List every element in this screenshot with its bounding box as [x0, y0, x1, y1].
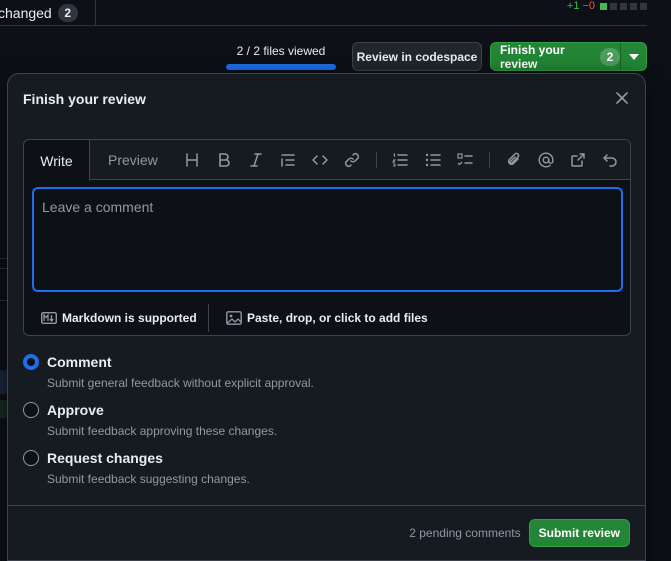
finish-review-button[interactable]: Finish your review 2 [490, 42, 647, 71]
toolbar-divider [489, 152, 490, 168]
option-request-changes-desc: Submit feedback suggesting changes. [47, 472, 250, 486]
finish-review-label: Finish your review [500, 42, 565, 71]
markdown-supported-link[interactable]: Markdown is supported [24, 311, 208, 325]
option-request-changes-label: Request changes [47, 450, 163, 466]
diffstat: +1 −0 [567, 0, 647, 12]
heading-icon[interactable] [183, 151, 201, 169]
review-in-codespace-button[interactable]: Review in codespace [352, 42, 482, 71]
finish-review-dialog: Finish your review Write Preview Leave a… [7, 73, 646, 561]
dialog-footer: 2 pending comments Submit review [8, 505, 645, 560]
tab-write[interactable]: Write [24, 140, 90, 181]
option-comment-desc: Submit general feedback without explicit… [47, 376, 314, 390]
files-viewed-fill [226, 64, 336, 70]
triangle-down-icon [628, 53, 639, 60]
tab-underline [96, 25, 647, 26]
markdown-icon [41, 312, 57, 324]
link-icon[interactable] [343, 151, 361, 169]
code-icon[interactable] [311, 151, 329, 169]
comment-textarea[interactable] [32, 187, 623, 292]
undo-icon[interactable] [601, 151, 619, 169]
option-approve-label: Approve [47, 402, 104, 418]
radio-request-changes[interactable] [23, 450, 39, 466]
files-viewed-progress: 2 / 2 files viewed [226, 44, 336, 70]
diffstat-additions: +1 [566, 0, 580, 12]
markdown-note: Markdown is supported [62, 311, 197, 325]
option-approve-desc: Submit feedback approving these changes. [47, 424, 278, 438]
diffstat-block [630, 2, 637, 10]
attach-note: Paste, drop, or click to add files [247, 311, 428, 325]
bold-icon[interactable] [215, 151, 233, 169]
finish-review-main[interactable]: Finish your review 2 [491, 43, 620, 71]
toolbar-divider [376, 152, 377, 168]
editor-tab-bar: Write Preview [24, 140, 630, 181]
option-comment[interactable]: Comment Submit general feedback without … [23, 354, 314, 390]
files-viewed-text: 2 / 2 files viewed [236, 44, 326, 58]
unordered-list-icon[interactable] [424, 151, 442, 169]
files-changed-counter: 2 [57, 3, 78, 22]
diffstat-block [600, 2, 607, 10]
comment-editor: Write Preview Leave a comment Markdown i… [23, 139, 631, 336]
editor-footer: Markdown is supported Paste, drop, or cl… [24, 300, 630, 336]
files-changed-tab[interactable]: changed 2 [0, 0, 96, 26]
option-comment-label: Comment [47, 354, 112, 370]
ordered-list-icon[interactable] [391, 151, 409, 169]
diffstat-block [620, 2, 627, 10]
finish-review-count: 2 [600, 47, 620, 66]
diffstat-block [640, 2, 647, 10]
radio-comment[interactable] [23, 354, 39, 370]
italic-icon[interactable] [247, 151, 265, 169]
dialog-header: Finish your review [8, 74, 645, 124]
dialog-title: Finish your review [23, 91, 146, 107]
diffstat-deletions: −0 [582, 0, 595, 12]
files-changed-tab-label: changed [0, 4, 52, 21]
attach-icon[interactable] [505, 151, 523, 169]
reference-icon[interactable] [569, 151, 587, 169]
task-list-icon[interactable] [456, 151, 474, 169]
attach-files-button[interactable]: Paste, drop, or click to add files [209, 311, 428, 325]
option-approve[interactable]: Approve Submit feedback approving these … [23, 402, 277, 438]
quote-icon[interactable] [279, 151, 297, 169]
pending-comments: 2 pending comments [409, 526, 521, 540]
close-icon[interactable] [613, 89, 631, 107]
submit-review-button[interactable]: Submit review [528, 519, 630, 547]
radio-approve[interactable] [23, 402, 39, 418]
mention-icon[interactable] [537, 151, 555, 169]
diffstat-block [610, 2, 617, 10]
tab-preview[interactable]: Preview [108, 140, 158, 180]
image-icon [226, 311, 242, 325]
finish-review-dropdown[interactable] [620, 43, 646, 70]
files-viewed-bar [226, 64, 336, 70]
option-request-changes[interactable]: Request changes Submit feedback suggesti… [23, 450, 250, 486]
